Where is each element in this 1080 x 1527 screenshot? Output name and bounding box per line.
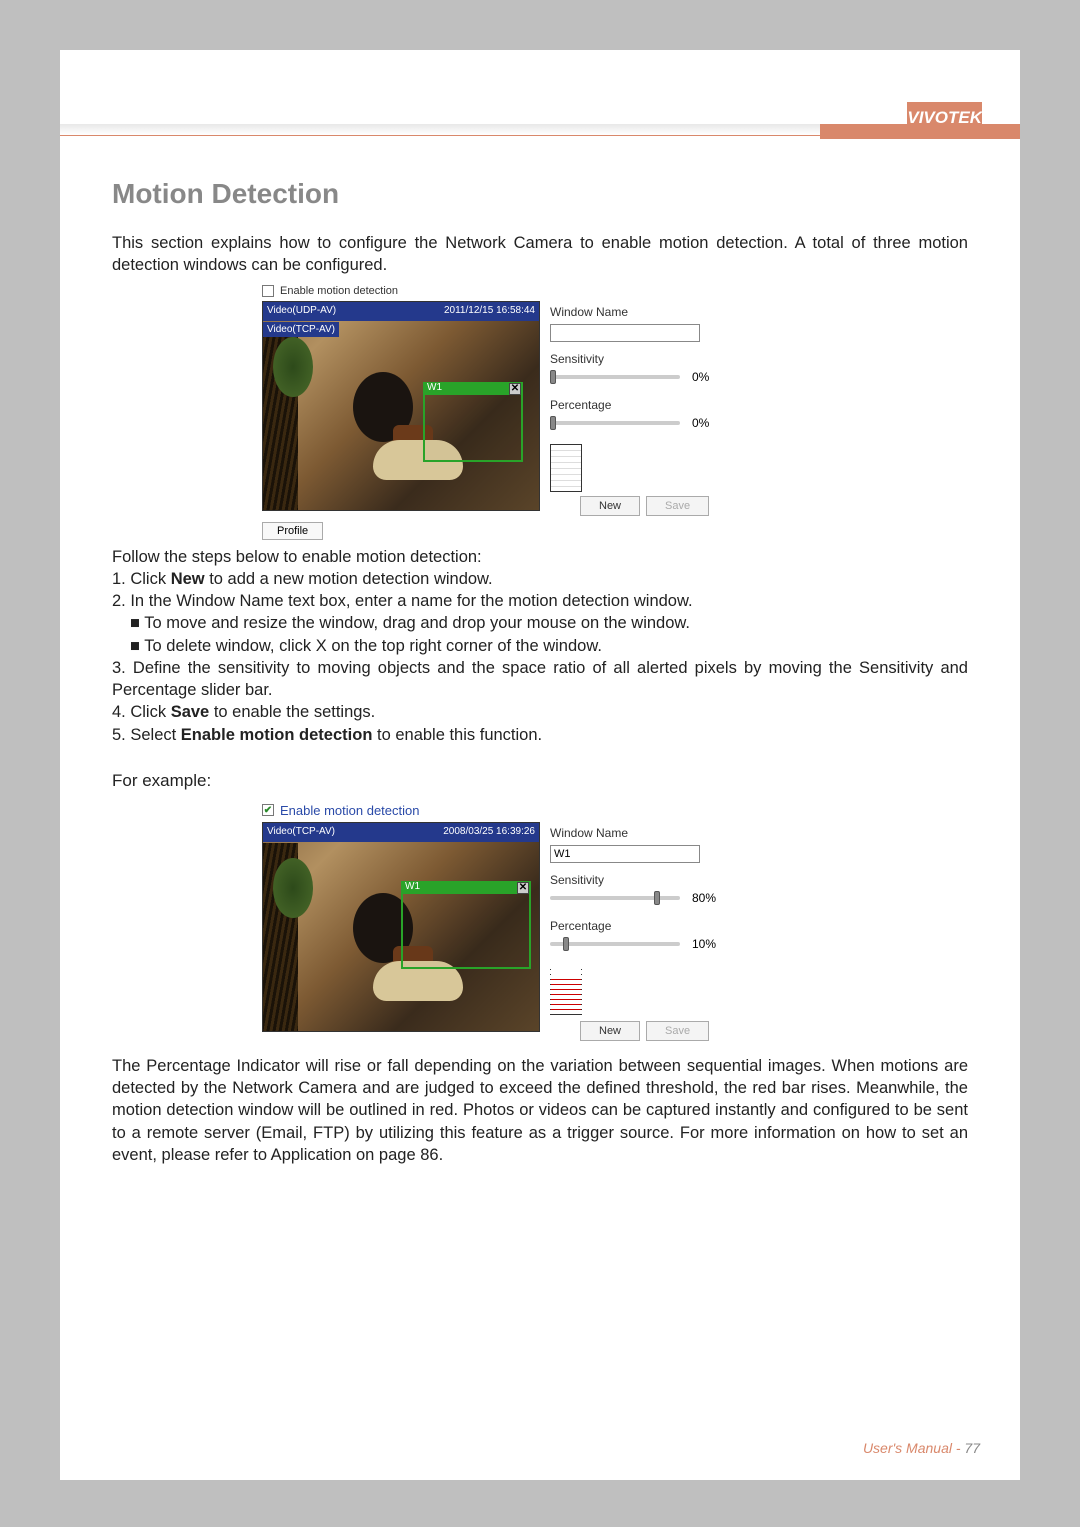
percentage-slider-2[interactable] — [550, 942, 680, 946]
video-protocol: Video(UDP-AV) — [267, 305, 336, 318]
video-timestamp-2: 2008/03/25 16:39:26 — [443, 826, 535, 839]
header-shade — [60, 124, 840, 136]
controls-column-2: Window Name Sensitivity 80% Percentage 1… — [550, 822, 752, 1041]
room-plant-2 — [273, 858, 313, 918]
page-footer: User's Manual - 77 — [863, 1440, 980, 1456]
description-paragraph: The Percentage Indicator will rise or fa… — [112, 1055, 968, 1166]
room-plant — [273, 337, 313, 397]
percentage-value-2: 10% — [692, 937, 716, 951]
video-preview-2[interactable]: Video(TCP-AV) 2008/03/25 16:39:26 W1 ✕ — [262, 822, 540, 1032]
for-example-label: For example: — [112, 770, 968, 793]
motion-indicator — [550, 444, 582, 492]
enable-row-2: ✔ Enable motion detection — [262, 803, 752, 818]
video-protocol-sub: Video(TCP-AV) — [263, 322, 339, 337]
sensitivity-slider-2[interactable] — [550, 896, 680, 900]
detection-window[interactable]: W1 ✕ — [423, 382, 523, 462]
video-preview[interactable]: Video(UDP-AV) 2011/12/15 16:58:44 Video(… — [262, 301, 540, 511]
step-5: 5. Select Enable motion detection to ena… — [112, 724, 968, 746]
sensitivity-thumb[interactable] — [550, 370, 556, 384]
new-button[interactable]: New — [580, 496, 640, 516]
video-timestamp: 2011/12/15 16:58:44 — [444, 305, 535, 318]
sensitivity-value-2: 80% — [692, 891, 716, 905]
step-2b: ■ To delete window, click X on the top r… — [112, 635, 968, 657]
detection-window-label: W1 — [427, 382, 442, 393]
video-protocol-2: Video(TCP-AV) — [267, 826, 335, 839]
window-name-label-2: Window Name — [550, 826, 752, 840]
sensitivity-thumb-2[interactable] — [654, 891, 660, 905]
controls-column: Window Name Sensitivity 0% Percentage 0% — [550, 301, 752, 516]
close-icon[interactable]: ✕ — [509, 383, 521, 395]
save-button-2[interactable]: Save — [646, 1021, 709, 1041]
save-button[interactable]: Save — [646, 496, 709, 516]
motion-detection-panel-2: ✔ Enable motion detection Video(TCP-AV) … — [262, 803, 752, 1041]
detection-window-header-2[interactable] — [401, 881, 531, 894]
page-content: Motion Detection This section explains h… — [60, 140, 1020, 1186]
window-name-input-2[interactable] — [550, 845, 700, 863]
profile-button[interactable]: Profile — [262, 522, 323, 540]
manual-page: VIVOTEK Motion Detection This section ex… — [60, 50, 1020, 1480]
new-button-2[interactable]: New — [580, 1021, 640, 1041]
detection-window-2[interactable]: W1 ✕ — [401, 881, 531, 969]
page-header: VIVOTEK — [60, 50, 1020, 140]
section-title: Motion Detection — [112, 178, 968, 210]
video-titlebar: Video(UDP-AV) 2011/12/15 16:58:44 — [263, 302, 539, 321]
detection-window-label-2: W1 — [405, 881, 420, 892]
steps-intro: Follow the steps below to enable motion … — [112, 546, 968, 568]
step-1: 1. Click New to add a new motion detecti… — [112, 568, 968, 590]
enable-label-2: Enable motion detection — [280, 803, 419, 818]
sensitivity-slider[interactable] — [550, 375, 680, 379]
sensitivity-value: 0% — [692, 370, 709, 384]
brand-label: VIVOTEK — [907, 102, 982, 132]
percentage-label: Percentage — [550, 398, 752, 412]
percentage-slider[interactable] — [550, 421, 680, 425]
step-4: 4. Click Save to enable the settings. — [112, 701, 968, 723]
window-name-input[interactable] — [550, 324, 700, 342]
motion-indicator-2 — [550, 965, 582, 1019]
video-titlebar-2: Video(TCP-AV) 2008/03/25 16:39:26 — [263, 823, 539, 842]
motion-detection-panel-1: Enable motion detection Video(UDP-AV) 20… — [262, 285, 752, 540]
footer-page: 77 — [964, 1440, 980, 1456]
sensitivity-label: Sensitivity — [550, 352, 752, 366]
enable-label: Enable motion detection — [280, 285, 398, 297]
steps-block: Follow the steps below to enable motion … — [112, 546, 968, 746]
enable-row: Enable motion detection — [262, 285, 752, 297]
footer-manual: User's Manual - — [863, 1440, 964, 1456]
step-2: 2. In the Window Name text box, enter a … — [112, 590, 968, 612]
indicator-bar — [551, 978, 581, 1014]
enable-checkbox-2[interactable]: ✔ — [262, 804, 274, 816]
step-2a: ■ To move and resize the window, drag an… — [112, 612, 968, 634]
percentage-thumb[interactable] — [550, 416, 556, 430]
intro-paragraph: This section explains how to configure t… — [112, 232, 968, 277]
enable-checkbox[interactable] — [262, 285, 274, 297]
close-icon-2[interactable]: ✕ — [517, 882, 529, 894]
percentage-thumb-2[interactable] — [563, 937, 569, 951]
percentage-label-2: Percentage — [550, 919, 752, 933]
percentage-value: 0% — [692, 416, 709, 430]
window-name-label: Window Name — [550, 305, 752, 319]
step-3: 3. Define the sensitivity to moving obje… — [112, 657, 968, 702]
sensitivity-label-2: Sensitivity — [550, 873, 752, 887]
